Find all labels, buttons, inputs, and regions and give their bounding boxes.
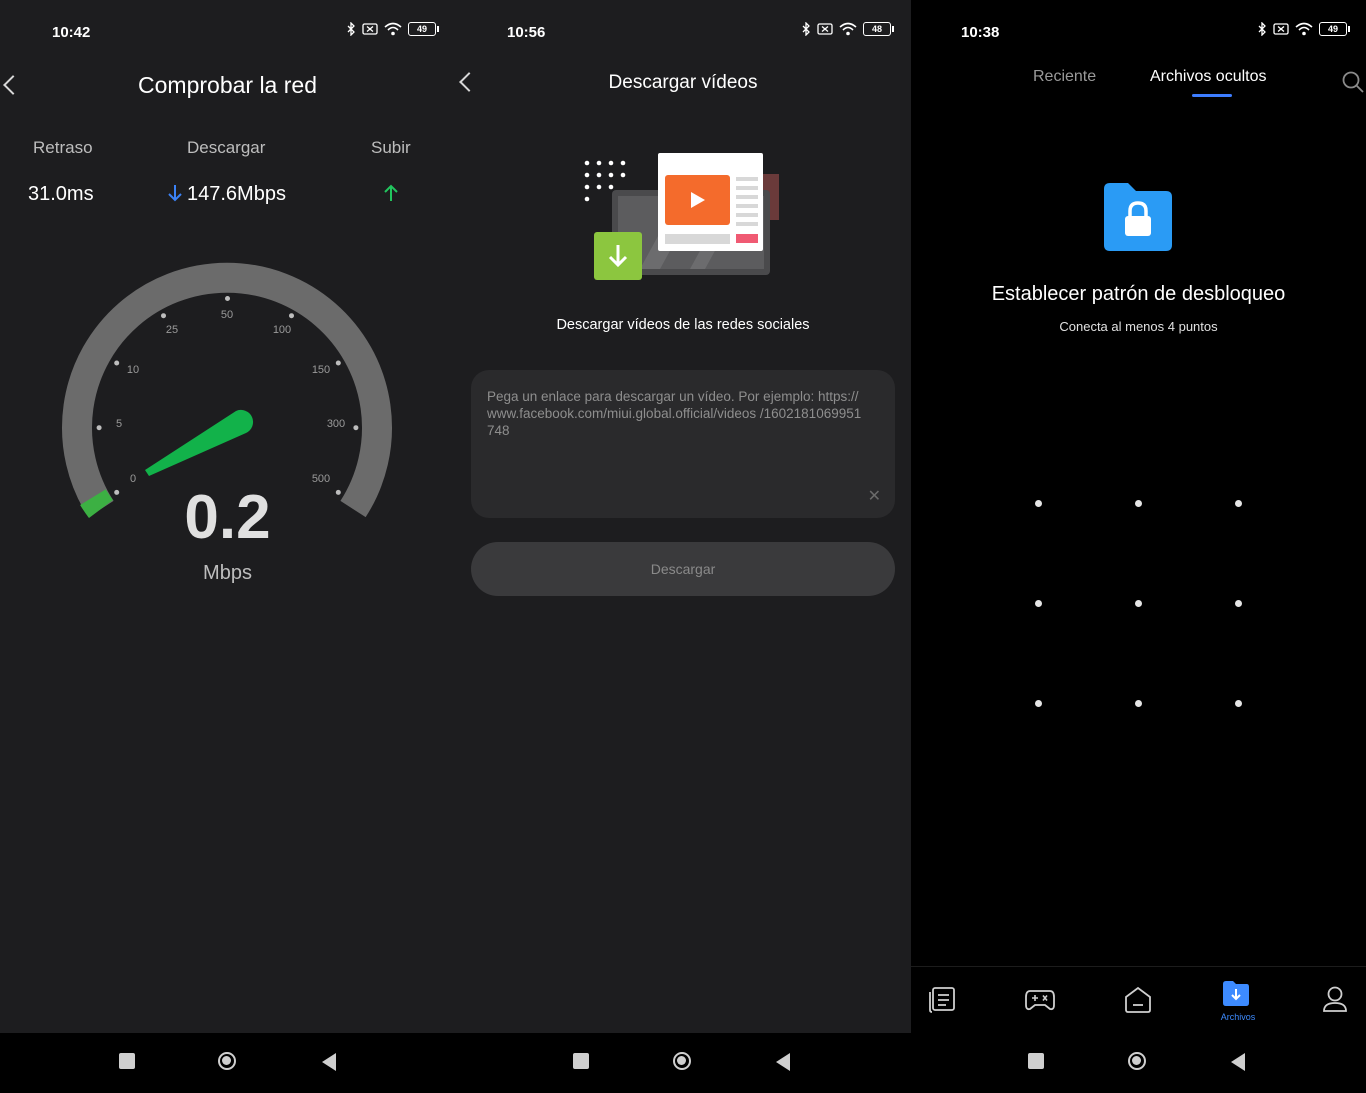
status-time: 10:56 <box>507 24 546 41</box>
status-icons: 48 <box>801 22 894 36</box>
home-button[interactable] <box>1128 1052 1146 1070</box>
user-icon[interactable] <box>1320 985 1350 1013</box>
lock-title: Establecer patrón de desbloqueo <box>991 283 1286 305</box>
lock-subtitle: Conecta al menos 4 puntos <box>1059 319 1218 334</box>
wifi-icon <box>1295 22 1313 36</box>
video-download-screen: 10:56 48 Descargar vídeos Descargar víde… <box>455 0 911 1093</box>
gauge-tick-label: 5 <box>116 418 122 430</box>
back-button[interactable] <box>776 1053 790 1071</box>
gauge-tick-label: 300 <box>327 418 345 430</box>
speed-value: 0.2 <box>184 483 271 552</box>
active-tab-indicator <box>1192 94 1232 97</box>
home-button[interactable] <box>218 1052 236 1070</box>
gauge-tick-dot <box>289 313 294 319</box>
recents-button[interactable] <box>1028 1053 1044 1069</box>
video-link-placeholder: Pega un enlace para descargar un vídeo. … <box>487 389 862 438</box>
tab-recent[interactable]: Reciente <box>1033 68 1096 86</box>
pattern-dot[interactable] <box>1135 500 1142 507</box>
tab-hidden-files[interactable]: Archivos ocultos <box>1150 68 1267 86</box>
locked-folder-icon <box>1104 183 1172 251</box>
pattern-dot[interactable] <box>1035 500 1042 507</box>
gamepad-icon[interactable] <box>1024 985 1056 1013</box>
system-nav-bar <box>0 1033 455 1093</box>
search-icon[interactable] <box>1341 70 1365 94</box>
pattern-dot[interactable] <box>1035 700 1042 707</box>
page-subtitle: Descargar vídeos de las redes sociales <box>556 317 810 333</box>
gauge-tick-dot <box>335 360 341 366</box>
network-check-screen: 10:42 49 Comprobar la red Retraso Descar… <box>0 0 455 1093</box>
pattern-dot[interactable] <box>1235 600 1242 607</box>
gauge-tick-dot <box>353 425 359 431</box>
pattern-dot[interactable] <box>1035 600 1042 607</box>
document-list-icon[interactable] <box>927 985 957 1013</box>
gauge-tick-label: 150 <box>312 364 330 376</box>
gauge-tick-label: 50 <box>221 309 233 321</box>
gauge-tick-dot <box>161 313 166 319</box>
video-download-illustration <box>584 153 779 280</box>
battery-icon: 49 <box>1319 22 1350 36</box>
pattern-dot[interactable] <box>1235 700 1242 707</box>
gauge-tick-label: 100 <box>273 324 291 336</box>
page-title: Descargar vídeos <box>608 72 758 93</box>
recents-button[interactable] <box>119 1053 135 1069</box>
gauge-tick-dot <box>114 360 120 366</box>
no-sim-icon <box>1273 23 1289 35</box>
recents-button[interactable] <box>573 1053 589 1069</box>
pattern-dot[interactable] <box>1235 500 1242 507</box>
system-nav-bar <box>455 1033 911 1093</box>
gauge-tick-dot <box>96 425 102 431</box>
system-nav-bar <box>911 1033 1366 1093</box>
pattern-dot[interactable] <box>1135 700 1142 707</box>
download-button[interactable]: Descargar <box>471 542 895 596</box>
wifi-icon <box>839 22 857 36</box>
clear-icon[interactable]: ✕ <box>868 486 881 506</box>
files-nav-label: Archivos <box>1220 1012 1256 1022</box>
back-button[interactable] <box>322 1053 336 1071</box>
video-link-input[interactable]: Pega un enlace para descargar un vídeo. … <box>471 370 895 518</box>
bluetooth-icon <box>802 22 810 36</box>
files-download-icon[interactable] <box>1221 979 1251 1007</box>
bluetooth-icon <box>1258 22 1266 36</box>
pattern-dot[interactable] <box>1135 600 1142 607</box>
home-button[interactable] <box>673 1052 691 1070</box>
back-button[interactable] <box>1231 1053 1245 1071</box>
gauge-tick-label: 25 <box>166 324 178 336</box>
gauge-tick-label: 10 <box>127 364 139 376</box>
no-sim-icon <box>817 23 833 35</box>
home-icon[interactable] <box>1123 985 1153 1013</box>
hidden-files-screen: 10:38 49 Reciente Archivos ocultos Estab… <box>911 0 1366 1093</box>
status-icons: 49 <box>1257 22 1350 36</box>
gauge-tick-dot <box>225 296 230 301</box>
gauge-needle <box>145 409 254 476</box>
status-time: 10:38 <box>961 24 1000 41</box>
speed-unit: Mbps <box>203 562 252 584</box>
battery-icon: 48 <box>863 22 894 36</box>
bottom-nav: Archivos <box>911 966 1366 1034</box>
